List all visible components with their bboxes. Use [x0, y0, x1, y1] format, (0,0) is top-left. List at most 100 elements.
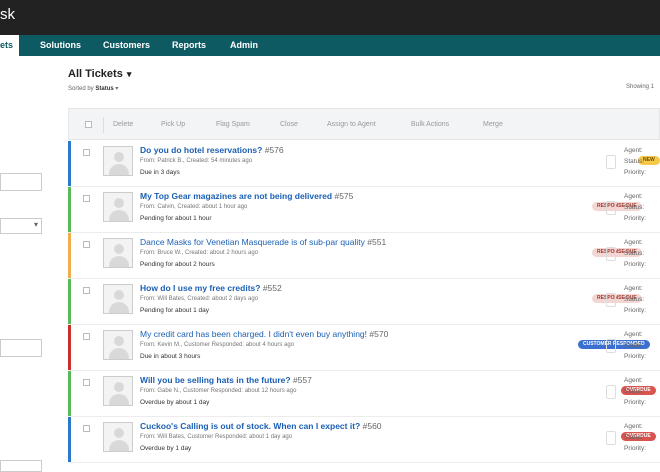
- ticket-row[interactable]: How do I use my free credits? #552 From: …: [68, 279, 660, 325]
- priority-label: Priority:: [624, 169, 647, 176]
- user-icon: [114, 244, 124, 254]
- ticket-subject: Do you do hotel reservations?: [140, 145, 263, 155]
- filter-input[interactable]: [0, 173, 42, 191]
- close-button[interactable]: Close: [280, 121, 298, 128]
- user-icon: [114, 152, 124, 162]
- user-icon-body: [109, 164, 129, 175]
- user-icon-body: [109, 348, 129, 359]
- bulk-toolbar: Delete Pick Up Flag Spam Close Assign to…: [68, 108, 660, 140]
- ticket-due-status: Overdue by about 1 day: [140, 399, 210, 406]
- ticket-number: #557: [292, 375, 312, 385]
- nav-tab-customers[interactable]: Customers: [103, 40, 150, 50]
- ticket-number: #570: [369, 329, 389, 339]
- ticket-row[interactable]: Will you be selling hats in the future? …: [68, 371, 660, 417]
- nav-tab-admin[interactable]: Admin: [230, 40, 258, 50]
- ticket-number: #576: [264, 145, 284, 155]
- ticket-properties: Agent: Status: Priority:: [624, 191, 646, 224]
- avatar: [103, 330, 133, 360]
- ticket-checkbox[interactable]: [83, 333, 90, 340]
- page-title[interactable]: All Tickets ▾: [68, 68, 131, 80]
- avatar: [103, 284, 133, 314]
- flag-spam-button[interactable]: Flag Spam: [216, 121, 250, 128]
- ticket-type-icon: [606, 293, 616, 307]
- ticket-due-status: Due in about 3 hours: [140, 353, 201, 360]
- nav-tab-reports[interactable]: Reports: [172, 40, 206, 50]
- ticket-properties: Agent: Status: Priority:: [624, 283, 646, 316]
- agent-label: Agent:: [624, 377, 643, 384]
- bulk-actions-button[interactable]: Bulk Actions: [411, 121, 449, 128]
- ticket-properties: Agent: Status: Priority:: [624, 421, 646, 454]
- ticket-checkbox[interactable]: [83, 241, 90, 248]
- delete-button[interactable]: Delete: [113, 121, 133, 128]
- user-icon-body: [109, 302, 129, 313]
- ticket-subject-link[interactable]: My credit card has been charged. I didn'…: [140, 329, 388, 339]
- ticket-subject: How do I use my free credits?: [140, 283, 261, 293]
- filter-select[interactable]: [0, 218, 42, 234]
- nav-tab-solutions[interactable]: Solutions: [40, 40, 81, 50]
- sort-control[interactable]: Sorted by Status ▾: [68, 85, 118, 92]
- assign-agent-button[interactable]: Assign to Agent: [327, 121, 376, 128]
- ticket-meta: From: Will Bates, Created: about 2 days …: [140, 296, 259, 302]
- agent-label: Agent:: [624, 147, 643, 154]
- sort-prefix: Sorted by: [68, 86, 94, 92]
- priority-stripe: [68, 279, 71, 324]
- ticket-row[interactable]: Dance Masks for Venetian Masquerade is o…: [68, 233, 660, 279]
- ticket-meta: From: Bruce W., Created: about 2 hours a…: [140, 250, 259, 256]
- pick-up-button[interactable]: Pick Up: [161, 121, 185, 128]
- ticket-row[interactable]: My Top Gear magazines are not being deli…: [68, 187, 660, 233]
- ticket-checkbox[interactable]: [83, 425, 90, 432]
- ticket-subject-link[interactable]: My Top Gear magazines are not being deli…: [140, 191, 353, 201]
- ticket-subject-link[interactable]: How do I use my free credits? #552: [140, 283, 282, 293]
- priority-stripe: [68, 417, 71, 462]
- select-all-checkbox[interactable]: [85, 121, 92, 128]
- brand-name: sk: [0, 6, 15, 23]
- ticket-number: #552: [262, 283, 282, 293]
- ticket-subject-link[interactable]: Dance Masks for Venetian Masquerade is o…: [140, 237, 386, 247]
- toolbar-divider: [103, 117, 104, 133]
- status-label: Status:: [624, 250, 645, 257]
- priority-label: Priority:: [624, 353, 647, 360]
- ticket-properties: Agent: Status: Priority:: [624, 145, 646, 178]
- ticket-properties: Agent: Status: Priority:: [624, 375, 646, 408]
- user-icon-body: [109, 440, 129, 451]
- ticket-checkbox[interactable]: [83, 149, 90, 156]
- ticket-due-status: Pending for about 1 hour: [140, 215, 212, 222]
- merge-button[interactable]: Merge: [483, 121, 503, 128]
- user-icon: [114, 428, 124, 438]
- ticket-subject: My Top Gear magazines are not being deli…: [140, 191, 333, 201]
- page-title-text: All Tickets: [68, 68, 123, 80]
- chevron-down-icon: ▾: [126, 69, 132, 79]
- ticket-row[interactable]: Cuckoo's Calling is out of stock. When c…: [68, 417, 660, 463]
- filter-input-2[interactable]: [0, 339, 42, 357]
- ticket-checkbox[interactable]: [83, 379, 90, 386]
- ticket-row[interactable]: My credit card has been charged. I didn'…: [68, 325, 660, 371]
- ticket-subject: Dance Masks for Venetian Masquerade is o…: [140, 237, 365, 247]
- chevron-down-icon: ▾: [115, 86, 119, 92]
- avatar: [103, 376, 133, 406]
- ticket-meta: From: Calvin, Created: about 1 hour ago: [140, 204, 248, 210]
- ticket-subject-link[interactable]: Do you do hotel reservations? #576: [140, 145, 284, 155]
- filter-input-3[interactable]: [0, 460, 42, 472]
- status-label: Status:: [624, 204, 645, 211]
- ticket-meta: From: Patrick B., Created: 54 minutes ag…: [140, 158, 253, 164]
- status-label: Status:: [624, 296, 645, 303]
- avatar: [103, 146, 133, 176]
- ticket-meta: From: Will Bates, Customer Responded: ab…: [140, 434, 293, 440]
- ticket-row[interactable]: Do you do hotel reservations? #576 From: …: [68, 141, 660, 187]
- agent-label: Agent:: [624, 285, 643, 292]
- status-label: Status:: [624, 434, 645, 441]
- sort-value: Status: [95, 86, 114, 92]
- ticket-subject-link[interactable]: Cuckoo's Calling is out of stock. When c…: [140, 421, 382, 431]
- nav-tab-tickets[interactable]: ets: [0, 35, 20, 56]
- ticket-type-icon: [606, 339, 616, 353]
- ticket-subject-link[interactable]: Will you be selling hats in the future? …: [140, 375, 312, 385]
- ticket-checkbox[interactable]: [83, 195, 90, 202]
- ticket-type-icon: [606, 247, 616, 261]
- priority-label: Priority:: [624, 399, 647, 406]
- ticket-due-status: Overdue by 1 day: [140, 445, 192, 452]
- ticket-subject: My credit card has been charged. I didn'…: [140, 329, 368, 339]
- priority-stripe: [68, 233, 71, 278]
- ticket-checkbox[interactable]: [83, 287, 90, 294]
- agent-label: Agent:: [624, 239, 643, 246]
- user-icon: [114, 198, 124, 208]
